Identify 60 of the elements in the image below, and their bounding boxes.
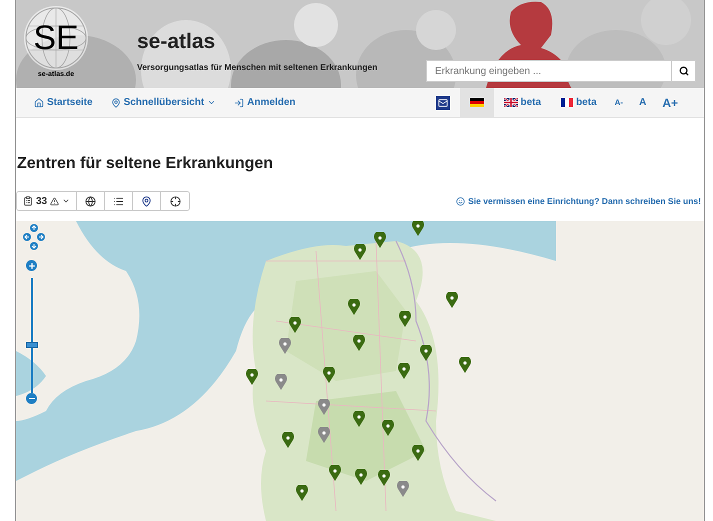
map-marker-icon[interactable] — [279, 338, 291, 354]
site-title: se-atlas — [137, 29, 216, 55]
logo-text: SE — [24, 6, 88, 70]
map-marker-icon[interactable] — [353, 335, 365, 351]
map-marker-icon[interactable] — [378, 470, 390, 486]
caret-icon — [62, 197, 70, 205]
sign-in-icon — [234, 98, 244, 108]
map-marker-icon[interactable] — [459, 357, 471, 373]
page-heading: Zentren für seltene Erkrankungen — [17, 154, 274, 174]
british-flag-icon — [504, 98, 518, 107]
smile-icon — [456, 196, 466, 206]
map-marker-icon[interactable] — [354, 244, 366, 260]
map-marker-icon[interactable] — [329, 465, 341, 481]
map-marker-icon[interactable] — [398, 363, 410, 379]
map-marker-icon[interactable] — [318, 427, 330, 443]
search-button[interactable] — [672, 60, 696, 82]
search-field[interactable]: Erkrankung eingeben ... — [426, 60, 672, 82]
map-marker-icon[interactable] — [374, 232, 386, 248]
nav-link[interactable]: Anmelden — [234, 95, 296, 110]
feedback-link[interactable]: Sie vermissen eine Einrichtung? Dann schreiben Sie uns! — [456, 194, 701, 208]
map-marker-icon[interactable] — [353, 411, 365, 427]
language-button[interactable]: beta — [494, 88, 552, 117]
clipboard-icon — [23, 196, 33, 206]
map-pin-icon — [110, 98, 121, 108]
map-marker-icon[interactable] — [412, 221, 424, 236]
map-marker-icon[interactable] — [420, 345, 432, 361]
warning-icon — [50, 196, 60, 206]
french-flag-icon — [561, 98, 574, 107]
german-flag-icon — [470, 98, 484, 107]
map-marker-icon[interactable] — [355, 469, 367, 485]
language-button[interactable]: beta — [551, 88, 607, 117]
font-size-button[interactable]: A — [631, 88, 654, 117]
nav-link[interactable]: Startseite — [34, 95, 93, 110]
search-icon — [678, 66, 688, 76]
list-icon — [113, 196, 124, 206]
map-marker-icon[interactable] — [318, 399, 330, 415]
map-marker-icon[interactable] — [282, 432, 294, 448]
language-button[interactable] — [460, 88, 494, 117]
map-marker-icon[interactable] — [296, 485, 308, 501]
map-marker-icon[interactable] — [397, 481, 409, 497]
mail-icon — [436, 96, 450, 110]
map-marker-icon[interactable] — [289, 317, 301, 333]
map-marker-icon[interactable] — [446, 292, 458, 308]
map-marker-icon[interactable] — [323, 367, 335, 383]
nav-link[interactable]: Schnellübersicht — [110, 95, 216, 110]
zoom-slider-thumb[interactable] — [26, 342, 38, 348]
map-marker-icon[interactable] — [382, 420, 394, 436]
font-size-button[interactable]: A- — [606, 88, 632, 117]
font-size-button[interactable]: A+ — [654, 88, 686, 117]
home-icon — [34, 98, 44, 108]
site-subtitle: Versorgungsatlas für Menschen mit seltenen Erkrankungen — [137, 61, 378, 74]
map-marker-icon[interactable] — [275, 374, 287, 390]
globe-icon — [85, 196, 96, 206]
map-marker-icon[interactable] — [348, 299, 360, 315]
map-marker-icon[interactable] — [399, 311, 411, 327]
zoom-slider[interactable] — [26, 278, 38, 393]
map-pin-icon — [141, 196, 152, 206]
target-icon — [170, 196, 181, 206]
map-marker-icon[interactable] — [246, 369, 258, 385]
map-marker-icon[interactable] — [412, 445, 424, 461]
